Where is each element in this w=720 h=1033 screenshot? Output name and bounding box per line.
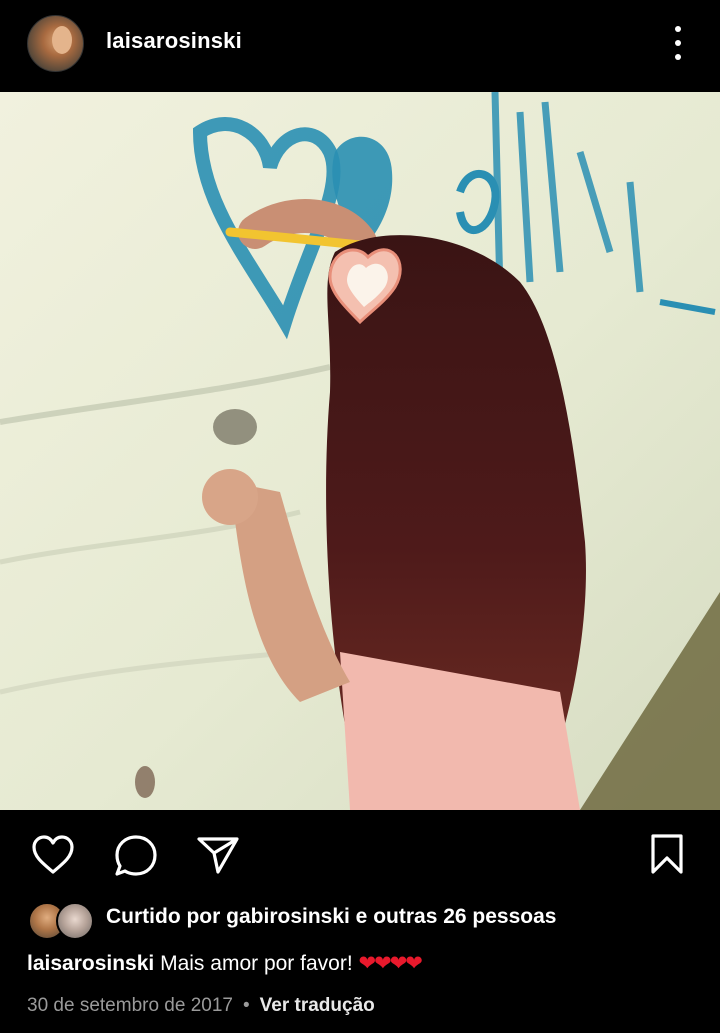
send-icon[interactable] — [196, 835, 240, 875]
heart-icon[interactable] — [31, 835, 75, 875]
post-photo[interactable] — [0, 92, 720, 810]
kebab-dot — [675, 26, 681, 32]
likes-summary[interactable]: Curtido por gabirosinski e outras 26 pes… — [106, 905, 556, 929]
liked-by-avatars — [28, 902, 94, 940]
translate-link[interactable]: Ver tradução — [260, 995, 375, 1016]
comment-icon[interactable] — [114, 834, 158, 878]
post-photo-illustration — [0, 92, 720, 810]
meta-separator: • — [243, 995, 250, 1016]
more-vertical-icon[interactable] — [668, 26, 688, 60]
post-header: laisarosinski — [0, 0, 720, 92]
post-meta: 30 de setembro de 2017 • Ver tradução — [27, 995, 375, 1017]
kebab-dot — [675, 40, 681, 46]
caption-hearts: ❤❤❤❤ — [358, 952, 423, 975]
kebab-dot — [675, 54, 681, 60]
caption-text: Mais amor por favor! — [160, 952, 353, 975]
post-caption: laisarosinski Mais amor por favor! ❤❤❤❤ — [27, 951, 423, 976]
bookmark-icon[interactable] — [649, 833, 685, 875]
liker-avatar — [56, 902, 94, 940]
likes-row[interactable]: Curtido por gabirosinski e outras 26 pes… — [0, 896, 720, 944]
header-username[interactable]: laisarosinski — [106, 28, 242, 54]
profile-avatar[interactable] — [27, 15, 84, 72]
post-date: 30 de setembro de 2017 — [27, 995, 233, 1016]
post-actions — [0, 812, 720, 896]
caption-username[interactable]: laisarosinski — [27, 952, 154, 975]
avatar-face — [52, 26, 72, 54]
